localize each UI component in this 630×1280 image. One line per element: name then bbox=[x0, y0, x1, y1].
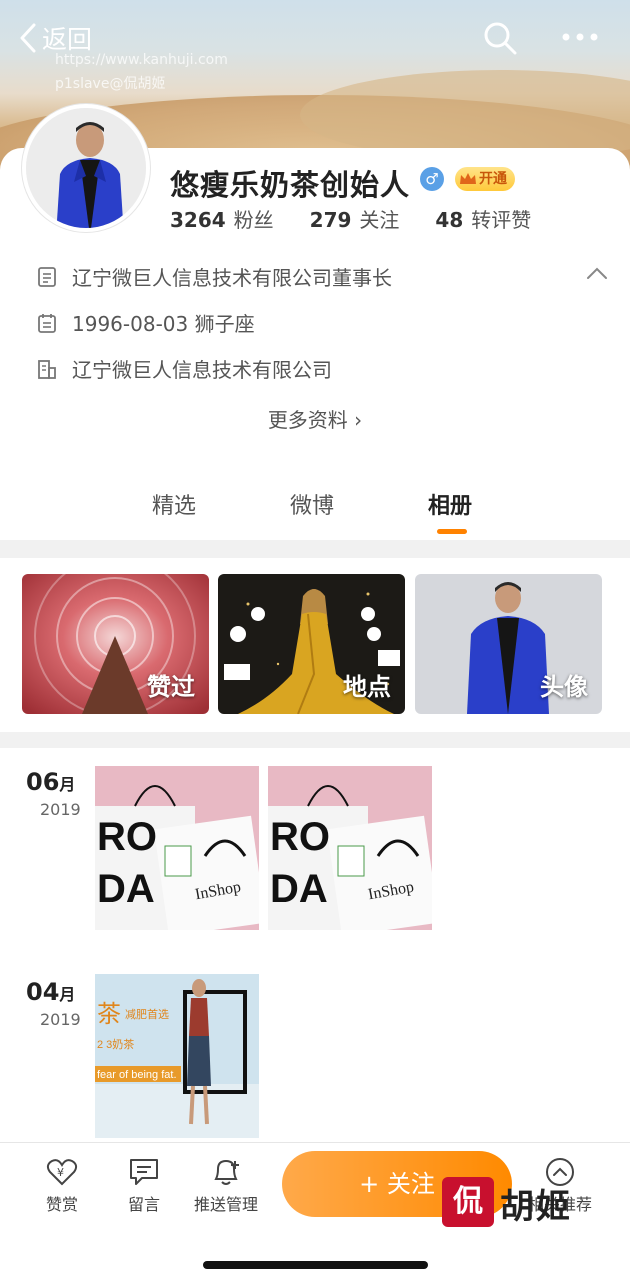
shopping-bags-photo: RO DA InShop bbox=[268, 766, 432, 930]
document-icon bbox=[38, 266, 56, 287]
section-divider bbox=[0, 732, 630, 748]
album-label: 赞过 bbox=[147, 673, 195, 701]
top-nav-bar: 返回 https://www.kanhuji.com p1slave@侃胡姬 bbox=[0, 0, 630, 92]
message-button[interactable]: 留言 bbox=[104, 1157, 184, 1215]
watermark-user: p1slave@侃胡姬 bbox=[55, 76, 166, 92]
info-row-company: 辽宁微巨人信息技术有限公司 bbox=[36, 354, 332, 383]
search-icon[interactable] bbox=[482, 20, 518, 56]
bag-text-ro: RO bbox=[97, 815, 157, 859]
poster-tea-text: 茶 bbox=[97, 1001, 121, 1028]
photo-thumbnail[interactable]: 茶 减肥首选 2 3奶茶 fear of being fat. bbox=[95, 974, 259, 1138]
stat-following[interactable]: 279 关注 bbox=[310, 204, 400, 233]
poster-sub-text: 减肥首选 bbox=[125, 1007, 169, 1021]
vip-label: 开通 bbox=[479, 171, 507, 187]
bag-text-da: DA bbox=[97, 867, 155, 911]
stat-number: 3264 bbox=[170, 208, 226, 232]
stat-number: 279 bbox=[309, 208, 352, 232]
shopping-bags-photo: RO DA InShop bbox=[95, 766, 259, 930]
info-text: 辽宁微巨人信息技术有限公司董事长 bbox=[72, 266, 392, 290]
date-group-april: 04月 2019 bbox=[26, 978, 81, 1029]
info-text: 辽宁微巨人信息技术有限公司 bbox=[72, 358, 332, 382]
poster-line2: 2 3奶茶 bbox=[97, 1037, 134, 1051]
tab-album[interactable]: 相册 bbox=[428, 488, 472, 520]
back-button[interactable]: 返回 bbox=[18, 20, 92, 56]
month-number: 04 bbox=[26, 978, 60, 1006]
album-avatars[interactable]: 头像 bbox=[415, 574, 602, 714]
brand-watermark-text: 胡姬 bbox=[500, 1187, 572, 1227]
bottom-action-bar: ¥ 赞赏 留言 推送管理 + 关注 相关推荐 侃 胡姬 bbox=[0, 1142, 630, 1280]
info-row-birthday: 1996-08-03 狮子座 bbox=[36, 308, 255, 337]
section-divider bbox=[0, 540, 630, 558]
stat-label: 关注 bbox=[359, 208, 400, 232]
more-info-link[interactable]: 更多资料 › bbox=[0, 404, 630, 433]
info-row-title: 辽宁微巨人信息技术有限公司董事长 bbox=[36, 262, 392, 291]
bell-plus-icon bbox=[214, 1159, 239, 1185]
brand-watermark-logo: 侃 bbox=[442, 1177, 494, 1227]
message-label: 留言 bbox=[127, 1195, 160, 1214]
back-label: 返回 bbox=[42, 25, 93, 54]
gender-male-icon: ♂ bbox=[420, 167, 444, 191]
active-tab-indicator bbox=[437, 529, 467, 534]
home-indicator[interactable] bbox=[203, 1261, 428, 1269]
chevron-left-icon bbox=[20, 23, 36, 53]
year-label: 2019 bbox=[40, 1010, 81, 1029]
date-group-june: 06月 2019 bbox=[26, 768, 81, 819]
building-icon bbox=[38, 359, 56, 379]
heart-yen-icon: ¥ bbox=[46, 1159, 78, 1186]
bag-text-ro: RO bbox=[270, 815, 330, 859]
watermark-url: https://www.kanhuji.com bbox=[55, 52, 228, 68]
bag-text-da: DA bbox=[270, 867, 328, 911]
album-label: 头像 bbox=[540, 673, 588, 701]
stat-label: 粉丝 bbox=[233, 208, 274, 232]
poster-line3: fear of being fat. bbox=[97, 1069, 177, 1081]
year-label: 2019 bbox=[40, 800, 81, 819]
info-text: 1996-08-03 狮子座 bbox=[72, 312, 255, 336]
crown-icon bbox=[460, 173, 476, 184]
milk-tea-poster-photo: 茶 减肥首选 2 3奶茶 fear of being fat. bbox=[95, 974, 259, 1138]
profile-stats: 3264 粉丝 279 关注 48 转评赞 bbox=[170, 204, 567, 233]
album-categories: 赞过 地点 头像 bbox=[22, 574, 612, 714]
push-settings-button[interactable]: 推送管理 bbox=[184, 1157, 268, 1215]
month-unit: 月 bbox=[59, 775, 76, 794]
reward-button[interactable]: ¥ 赞赏 bbox=[22, 1157, 102, 1215]
chevron-up-icon[interactable] bbox=[586, 266, 608, 280]
photo-thumbnail[interactable]: RO DA InShop bbox=[95, 766, 259, 930]
chat-bubble-icon bbox=[130, 1159, 158, 1185]
photo-thumbnail[interactable]: RO DA InShop bbox=[268, 766, 432, 930]
profile-name: 悠瘦乐奶茶创始人 bbox=[170, 168, 411, 202]
avatar[interactable] bbox=[22, 104, 150, 232]
month-unit: 月 bbox=[59, 985, 76, 1004]
stat-reposts-likes[interactable]: 48 转评赞 bbox=[435, 204, 531, 233]
calendar-icon bbox=[38, 313, 56, 333]
profile-tabs: 精选 微博 相册 bbox=[0, 488, 630, 540]
tab-featured[interactable]: 精选 bbox=[152, 488, 196, 520]
month-number: 06 bbox=[26, 768, 60, 796]
stat-number: 48 bbox=[435, 208, 464, 232]
reward-label: 赞赏 bbox=[45, 1195, 78, 1214]
album-location[interactable]: 地点 bbox=[218, 574, 405, 714]
tab-weibo[interactable]: 微博 bbox=[290, 488, 334, 520]
more-options-icon[interactable] bbox=[560, 28, 600, 46]
album-liked[interactable]: 赞过 bbox=[22, 574, 209, 714]
svg-text:¥: ¥ bbox=[57, 1166, 64, 1179]
push-label: 推送管理 bbox=[193, 1195, 258, 1214]
album-label: 地点 bbox=[343, 673, 391, 701]
vip-badge[interactable]: 开通 bbox=[455, 167, 515, 191]
stat-followers[interactable]: 3264 粉丝 bbox=[170, 204, 274, 233]
stat-label: 转评赞 bbox=[471, 208, 532, 232]
